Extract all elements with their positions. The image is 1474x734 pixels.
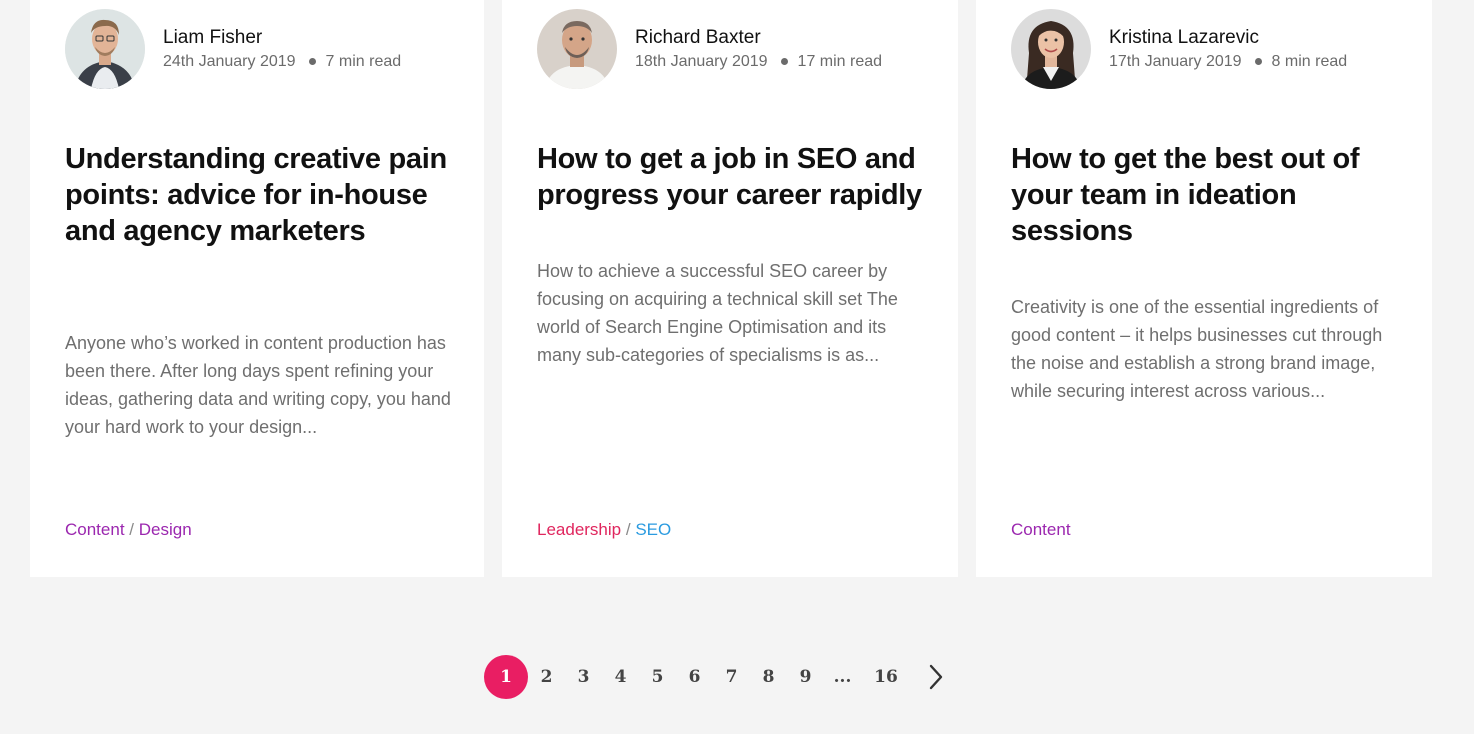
read-time: 8 min read [1271, 52, 1348, 70]
separator-dot-icon [1254, 58, 1262, 65]
post-title[interactable]: How to get a job in SEO and progress you… [537, 141, 928, 213]
post-meta: 18th January 2019 17 min read [635, 51, 882, 73]
post-excerpt: Anyone who’s worked in content productio… [65, 333, 451, 437]
author-name[interactable]: Liam Fisher [163, 26, 401, 50]
next-page-button[interactable] [911, 655, 961, 699]
read-time: 17 min read [797, 52, 883, 70]
post-meta: 17th January 2019 8 min read [1109, 51, 1347, 73]
read-time: 7 min read [325, 52, 402, 70]
tag-separator: / [129, 520, 135, 539]
author-block: Liam Fisher 24th January 2019 7 min read [65, 9, 401, 89]
author-avatar[interactable] [537, 9, 617, 89]
post-card[interactable]: Kristina Lazarevic 17th January 2019 8 m… [976, 0, 1432, 577]
author-avatar[interactable] [1011, 9, 1091, 89]
tag-link[interactable]: Design [139, 520, 192, 539]
post-excerpt: How to achieve a successful SEO career b… [537, 261, 898, 365]
post-title[interactable]: Understanding creative pain points: advi… [65, 141, 454, 249]
post-excerpt: Creativity is one of the essential ingre… [1011, 297, 1383, 401]
page-ellipsis: ... [833, 667, 852, 687]
post-title[interactable]: How to get the best out of your team in … [1011, 141, 1402, 249]
tag-link[interactable]: Content [65, 520, 125, 539]
chevron-right-icon [929, 664, 943, 690]
page-link-5[interactable]: 5 [639, 655, 676, 699]
page-link-3[interactable]: 3 [565, 655, 602, 699]
page-link-4[interactable]: 4 [602, 655, 639, 699]
page-link-8[interactable]: 8 [750, 655, 787, 699]
page-current[interactable]: 1 [484, 655, 528, 699]
pagination: 1 2 3 4 5 6 7 8 9 ... 16 [484, 655, 961, 699]
post-date: 18th January 2019 [635, 52, 768, 70]
author-block: Kristina Lazarevic 17th January 2019 8 m… [1011, 9, 1347, 89]
author-name[interactable]: Richard Baxter [635, 26, 882, 50]
tag-separator: / [625, 520, 631, 539]
author-avatar[interactable] [65, 9, 145, 89]
tag-link[interactable]: Leadership [537, 520, 621, 539]
post-tags: Content / Design [65, 519, 192, 541]
tag-link[interactable]: Content [1011, 520, 1071, 539]
post-date: 24th January 2019 [163, 52, 296, 70]
tag-link[interactable]: SEO [635, 520, 671, 539]
post-grid: Liam Fisher 24th January 2019 7 min read… [30, 0, 1432, 577]
post-date: 17th January 2019 [1109, 52, 1242, 70]
page-link-last[interactable]: 16 [861, 655, 911, 699]
separator-dot-icon [780, 58, 788, 65]
post-meta: 24th January 2019 7 min read [163, 51, 401, 73]
page-link-2[interactable]: 2 [528, 655, 565, 699]
page-link-6[interactable]: 6 [676, 655, 713, 699]
post-card[interactable]: Richard Baxter 18th January 2019 17 min … [502, 0, 958, 577]
post-tags: Leadership / SEO [537, 519, 671, 541]
author-name[interactable]: Kristina Lazarevic [1109, 26, 1347, 50]
page-link-9[interactable]: 9 [787, 655, 824, 699]
separator-dot-icon [308, 58, 316, 65]
page-link-7[interactable]: 7 [713, 655, 750, 699]
post-tags: Content [1011, 519, 1071, 541]
post-card[interactable]: Liam Fisher 24th January 2019 7 min read… [30, 0, 484, 577]
author-block: Richard Baxter 18th January 2019 17 min … [537, 9, 882, 89]
